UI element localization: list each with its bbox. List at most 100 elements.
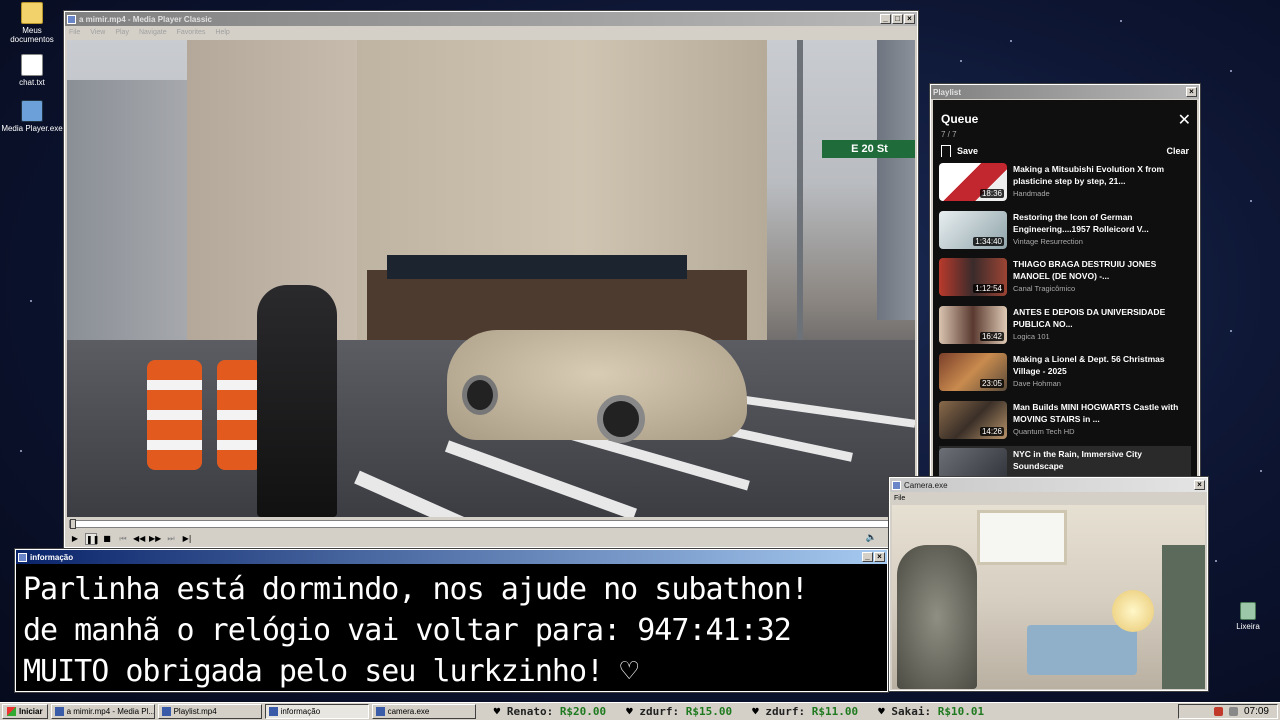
start-button[interactable]: Iniciar <box>2 704 48 719</box>
shelf <box>1162 545 1205 689</box>
desktop-icon-documents[interactable]: Meus documentos <box>0 2 64 44</box>
clock[interactable]: 07:09 <box>1244 706 1269 717</box>
menu-file[interactable]: File <box>69 29 80 36</box>
video-title: Man Builds MINI HOGWARTS Castle with MOV… <box>1013 401 1179 424</box>
menu-favorites[interactable]: Favorites <box>177 29 206 36</box>
channel-name: Vintage Resurrection <box>1013 236 1083 246</box>
video-title: NYC in the Rain, Immersive City Soundsca… <box>1013 449 1142 471</box>
queue-title: Queue <box>941 112 979 126</box>
video-title: ANTES E DEPOIS DA UNIVERSIDADE PUBLICA N… <box>1013 306 1166 329</box>
recycle-bin-icon <box>1240 602 1256 620</box>
close-button[interactable]: × <box>1194 480 1205 490</box>
desktop-icon-label: Media Player.exe <box>1 124 63 133</box>
volume-icon[interactable]: 🔈 <box>866 533 877 543</box>
save-button[interactable]: Save <box>941 145 978 157</box>
maximize-button[interactable]: □ <box>892 14 903 24</box>
playlist-icon <box>161 707 171 716</box>
donation-entry: ♥ Sakai: R$10.01 <box>878 705 985 718</box>
minimize-button[interactable]: _ <box>862 552 873 562</box>
playlist-titlebar[interactable]: Playlist × <box>931 85 1199 99</box>
task-button-media-player[interactable]: a mimir.mp4 - Media Pl... <box>50 704 155 719</box>
menu-play[interactable]: Play <box>115 29 129 36</box>
donation-entry: ♥ zdurf: R$15.00 <box>626 705 733 718</box>
traffic-barrel <box>217 360 262 470</box>
desktop-icon-recycle-bin[interactable]: Lixeira <box>1216 602 1280 631</box>
pole <box>797 40 803 370</box>
queue-panel: Queue 7 / 7 ✕ Save Clear 18:36 Making a … <box>933 100 1197 477</box>
tray-app-icon[interactable] <box>1213 707 1223 716</box>
table <box>1027 625 1137 675</box>
desktop-icon-label: chat.txt <box>19 78 45 87</box>
window-title: Camera.exe <box>904 480 948 490</box>
queue-item-current[interactable]: NYC in the Rain, Immersive City Soundsca… <box>939 446 1191 477</box>
window-title: Playlist <box>933 87 962 97</box>
camera-icon <box>375 707 385 716</box>
rewind-button[interactable]: ◀◀ <box>133 533 145 545</box>
stop-button[interactable]: ■ <box>101 533 113 545</box>
seek-bar[interactable] <box>69 519 911 529</box>
donation-entry: ♥ Renato: R$20.00 <box>493 705 607 718</box>
video-thumbnail: 1:12:54 <box>939 258 1007 296</box>
play-button[interactable]: ▶ <box>69 533 81 545</box>
bookmark-icon <box>941 145 951 157</box>
playlist-window[interactable]: Playlist × Queue 7 / 7 ✕ Save Clear 18:3… <box>929 83 1201 481</box>
desktop-icon-label: Lixeira <box>1236 622 1260 631</box>
menu-help[interactable]: Help <box>215 29 229 36</box>
queue-item[interactable]: 1:34:40 Restoring the Icon of German Eng… <box>939 209 1191 257</box>
media-player-icon <box>54 707 64 716</box>
minimize-button[interactable]: _ <box>880 14 891 24</box>
windows-logo-icon <box>7 707 16 716</box>
media-player-window[interactable]: a mimir.mp4 - Media Player Classic _ □ ×… <box>63 10 919 549</box>
camera-window[interactable]: Camera.exe × File <box>888 476 1209 692</box>
queue-item[interactable]: 1:12:54 THIAGO BRAGA DESTRUIU JONES MANO… <box>939 256 1191 304</box>
queue-item[interactable]: 18:36 Making a Mitsubishi Evolution X fr… <box>939 161 1191 209</box>
video-frame[interactable]: E 20 St <box>67 40 915 517</box>
video-thumbnail: 1:34:40 <box>939 210 1007 249</box>
channel-name: Canal Tragicômico <box>1013 284 1076 293</box>
queue-item[interactable]: 14:26 Man Builds MINI HOGWARTS Castle wi… <box>939 399 1191 447</box>
close-button[interactable]: × <box>1186 87 1197 97</box>
forward-button[interactable]: ▶▶ <box>149 533 161 545</box>
duration-badge: 23:05 <box>979 379 1004 388</box>
skip-back-icon[interactable]: ⏮ <box>117 533 129 545</box>
close-button[interactable]: × <box>874 552 885 562</box>
info-titlebar[interactable]: informação _ × <box>16 550 887 564</box>
chair <box>897 545 977 689</box>
media-player-icon <box>21 100 43 122</box>
task-button-info[interactable]: informação <box>264 704 369 719</box>
text-file-icon <box>21 54 43 76</box>
media-player-titlebar[interactable]: a mimir.mp4 - Media Player Classic _ □ × <box>65 12 917 26</box>
task-button-playlist[interactable]: Playlist.mp4 <box>157 704 262 719</box>
clear-button[interactable]: Clear <box>1166 146 1189 156</box>
camera-titlebar[interactable]: Camera.exe × <box>890 478 1207 492</box>
info-window[interactable]: informação _ × Parlinha está dormindo, n… <box>14 548 889 693</box>
desktop-icon-label: Meus documentos <box>10 26 54 44</box>
skyscraper-right <box>877 40 915 320</box>
video-thumbnail: 16:42 <box>939 305 1007 344</box>
desktop-icon-media-player[interactable]: Media Player.exe <box>0 100 64 133</box>
queue-item[interactable]: 23:05 Making a Lionel & Dept. 56 Christm… <box>939 351 1191 399</box>
seek-knob[interactable] <box>70 519 76 529</box>
task-button-camera[interactable]: camera.exe <box>371 704 476 719</box>
queue-list: 18:36 Making a Mitsubishi Evolution X fr… <box>933 161 1197 477</box>
close-button[interactable]: × <box>904 14 915 24</box>
video-title: Restoring the Icon of German Engineering… <box>1013 211 1149 234</box>
video-title: Making a Lionel & Dept. 56 Christmas Vil… <box>1013 354 1165 376</box>
window-light <box>977 510 1067 565</box>
task-label: a mimir.mp4 - Media Pl... <box>66 707 155 716</box>
save-label: Save <box>957 146 979 156</box>
close-icon[interactable]: ✕ <box>1178 113 1191 129</box>
info-line: Parlinha está dormindo, nos ajude no sub… <box>23 572 809 607</box>
traffic-barrel <box>147 360 202 470</box>
volume-icon[interactable] <box>1228 707 1238 716</box>
skip-forward-icon[interactable]: ⏭ <box>165 533 177 545</box>
desktop-icon-chat[interactable]: chat.txt <box>0 54 64 87</box>
queue-item[interactable]: 16:42 ANTES E DEPOIS DA UNIVERSIDADE PUB… <box>939 304 1191 352</box>
menu-bar: File <box>890 492 1207 504</box>
menu-navigate[interactable]: Navigate <box>139 29 167 36</box>
donation-ticker: ♥ Renato: R$20.00 ♥ zdurf: R$15.00 ♥ zdu… <box>476 705 1178 718</box>
menu-file[interactable]: File <box>894 495 905 502</box>
pause-button[interactable]: ❚❚ <box>85 533 99 545</box>
menu-view[interactable]: View <box>90 29 105 36</box>
frame-step-button[interactable]: ▶| <box>181 533 193 545</box>
